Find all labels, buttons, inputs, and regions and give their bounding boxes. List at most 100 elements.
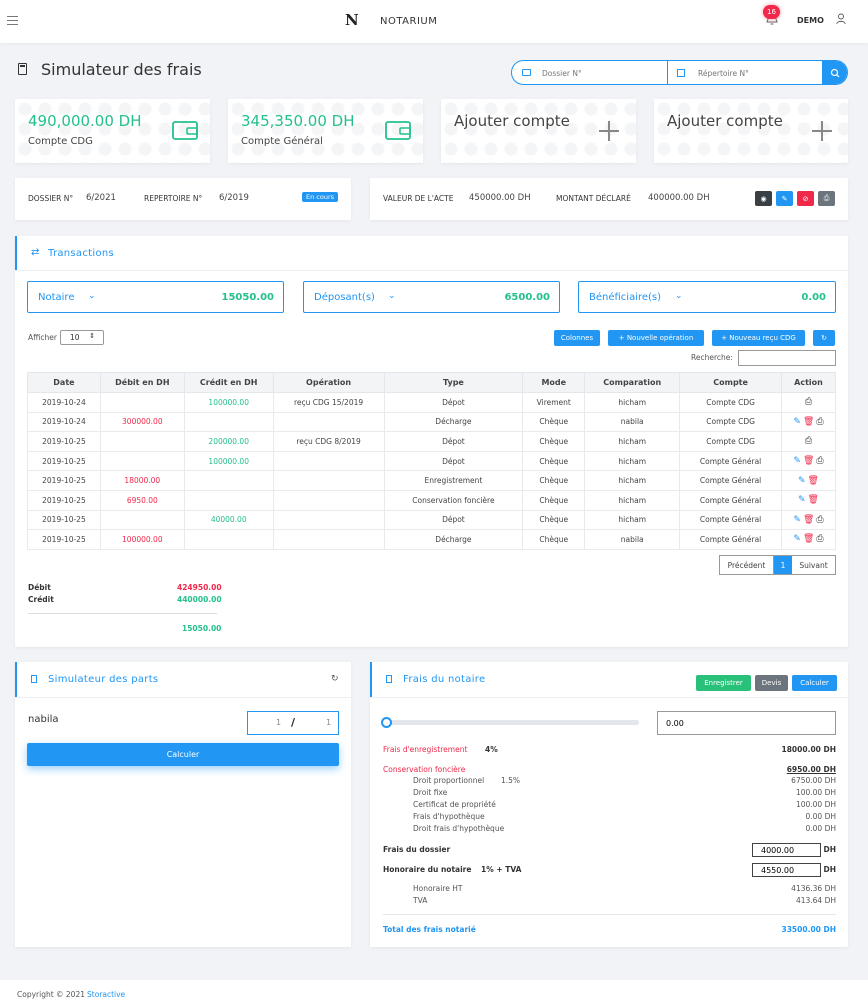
dossier-label: DOSSIER N°: [28, 194, 74, 203]
cell-mode: Chèque: [522, 450, 586, 472]
table-row: 2019-10-25 6950.00 Conservation foncière Ch…: [27, 489, 836, 511]
cell-actions: ✎ 🗑: [781, 489, 836, 511]
new-recu-button[interactable]: + Nouveau reçu CDG: [712, 330, 805, 346]
cell-actions: ✎ 🗑: [781, 470, 836, 491]
cell-credit: [183, 489, 274, 511]
cell-credit: 100000.00: [183, 392, 274, 413]
valeur-value: 450000.00 DH: [469, 193, 531, 203]
footer: Copyright © 2021 Storactive: [0, 980, 868, 1000]
print-icon[interactable]: ⎙: [816, 534, 823, 544]
view-button[interactable]: ◉: [755, 191, 772, 206]
montant-value: 400000.00 DH: [648, 193, 710, 203]
refresh-icon[interactable]: ↻: [331, 674, 339, 684]
add-account-card[interactable]: Ajouter compte: [441, 99, 636, 163]
transactions-title: Transactions: [48, 248, 115, 259]
transfer-icon: ⇄: [31, 247, 40, 258]
refresh-button[interactable]: ↻: [813, 330, 835, 346]
cell-type: Dépot: [383, 392, 524, 413]
print-icon[interactable]: ⎙: [816, 515, 823, 525]
edit-icon[interactable]: ✎: [793, 417, 801, 427]
honoraire-input[interactable]: [752, 863, 821, 877]
heir-name: nabila: [28, 714, 59, 725]
montant-label: MONTANT DÉCLARÉ: [556, 194, 631, 203]
edit-icon[interactable]: ✎: [793, 456, 801, 466]
delete-icon[interactable]: 🗑: [803, 515, 814, 525]
print-icon[interactable]: ⎙: [805, 436, 812, 446]
price-input[interactable]: [657, 711, 836, 735]
new-operation-button[interactable]: + Nouvelle opération: [608, 330, 704, 346]
summary-deposant[interactable]: Déposant(s) ⌄ 6500.00: [303, 281, 560, 313]
page-title: Simulateur des frais: [41, 60, 202, 79]
col-credit[interactable]: Crédit en DH: [183, 372, 274, 393]
copyright-text: Copyright © 2021: [17, 990, 86, 999]
search-button[interactable]: [822, 61, 847, 84]
account-amount: 490,000.00 DH: [28, 112, 142, 130]
edit-button[interactable]: ✎: [776, 191, 793, 206]
col-mode[interactable]: Mode: [522, 372, 586, 393]
print-icon[interactable]: ⎙: [805, 397, 812, 407]
col-debit[interactable]: Débit en DH: [99, 372, 185, 393]
cell-credit: 100000.00: [183, 450, 274, 472]
col-compte[interactable]: Compte: [679, 372, 782, 393]
col-comparation[interactable]: Comparation: [584, 372, 681, 393]
page-size-select[interactable]: 10 ⇕: [60, 330, 104, 345]
cell-date: 2019-10-25: [27, 489, 101, 511]
next-page-button[interactable]: Suivant: [792, 556, 835, 574]
user-name[interactable]: DEMO: [797, 16, 824, 25]
table-row: 2019-10-25 200000.00 reçu CDG 8/2019 Dépot C…: [27, 431, 836, 452]
frais-dossier-input[interactable]: [752, 843, 821, 857]
folder-icon: [522, 69, 531, 76]
calculate-parts-button[interactable]: Calculer: [27, 743, 339, 766]
dossier-search-input[interactable]: [542, 65, 662, 81]
price-slider-handle[interactable]: [381, 717, 392, 728]
pagination: Précédent 1 Suivant: [719, 555, 836, 575]
col-operation[interactable]: Opération: [272, 372, 385, 393]
cell-operation: [272, 470, 385, 491]
prev-page-button[interactable]: Précédent: [720, 556, 774, 574]
cell-debit: [99, 450, 185, 472]
print-icon[interactable]: ⎙: [816, 456, 823, 466]
col-type[interactable]: Type: [383, 372, 524, 393]
table-search-input[interactable]: [738, 350, 836, 366]
edit-icon[interactable]: ✎: [798, 495, 806, 505]
colonnes-button[interactable]: Colonnes: [554, 330, 600, 346]
delete-icon[interactable]: 🗑: [808, 476, 819, 486]
edit-icon[interactable]: ✎: [798, 476, 806, 486]
calculer-button[interactable]: Calculer: [792, 675, 837, 691]
page-1-button[interactable]: 1: [774, 556, 792, 574]
enregistrer-button[interactable]: Enregistrer: [696, 675, 751, 691]
delete-icon[interactable]: 🗑: [808, 495, 819, 505]
cell-date: 2019-10-25: [27, 450, 101, 472]
delete-icon[interactable]: 🗑: [803, 417, 814, 427]
chevron-down-icon: ⌄: [675, 291, 683, 301]
cancel-button[interactable]: ⊘: [797, 191, 814, 206]
print-icon: ⎙: [823, 194, 830, 202]
fraction-input[interactable]: 1 / 1: [247, 711, 339, 735]
repertoire-label: REPERTOIRE N°: [144, 194, 203, 203]
print-button[interactable]: ⎙: [818, 191, 835, 206]
menu-icon[interactable]: [7, 16, 18, 25]
summary-notaire[interactable]: Notaire ⌄ 15050.00: [27, 281, 284, 313]
cell-credit: 40000.00: [183, 509, 274, 531]
cell-compte: Compte Général: [679, 509, 782, 531]
cell-operation: [272, 450, 385, 472]
print-icon[interactable]: ⎙: [816, 417, 823, 427]
price-slider-track[interactable]: [385, 720, 639, 725]
edit-icon[interactable]: ✎: [793, 534, 801, 544]
cell-operation: [272, 529, 385, 550]
summary-beneficiaire[interactable]: Bénéficiaire(s) ⌄ 0.00: [578, 281, 836, 313]
user-icon[interactable]: [836, 13, 846, 28]
add-account-card[interactable]: Ajouter compte: [654, 99, 848, 163]
cell-credit: [183, 411, 274, 433]
repertoire-search-input[interactable]: [698, 65, 818, 81]
delete-icon[interactable]: 🗑: [803, 456, 814, 466]
edit-icon[interactable]: ✎: [793, 515, 801, 525]
col-date[interactable]: Date: [27, 372, 101, 393]
chevron-down-icon: ⌄: [388, 291, 396, 301]
devis-button[interactable]: Devis: [755, 675, 788, 691]
footer-link[interactable]: Storactive: [87, 990, 125, 999]
conservation-item: Droit frais d'hypothèque 0.00 DH: [413, 824, 836, 833]
delete-icon[interactable]: 🗑: [803, 534, 814, 544]
cell-actions: ✎ 🗑 ⎙: [781, 509, 836, 531]
cell-actions: ⎙: [781, 431, 836, 452]
